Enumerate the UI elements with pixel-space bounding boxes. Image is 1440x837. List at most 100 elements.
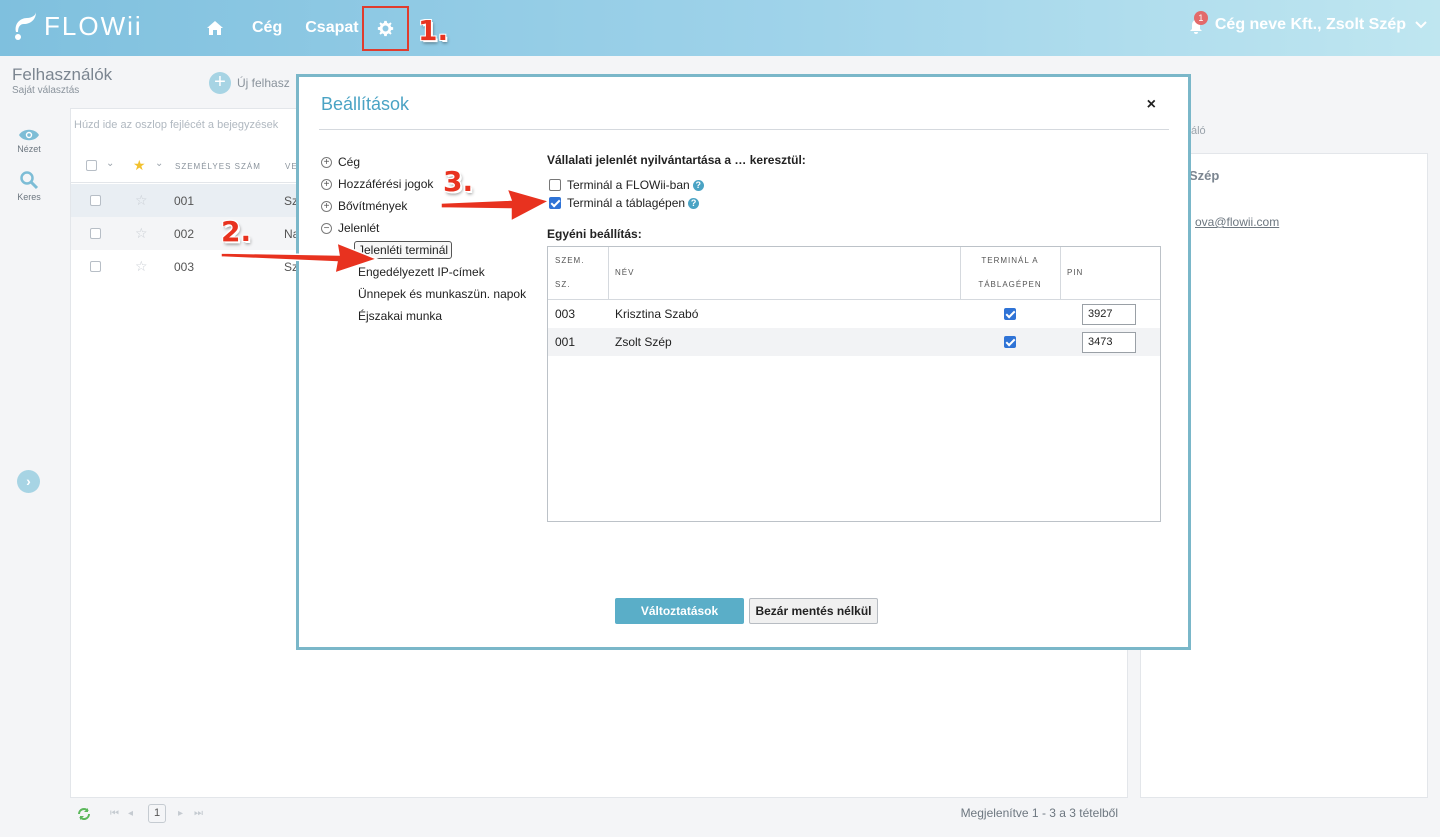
prev-page-icon[interactable]: ◂ — [128, 808, 133, 819]
row-checkbox[interactable] — [90, 261, 101, 272]
save-changes-button[interactable]: Változtatások mentése — [615, 598, 744, 644]
step-2-annotation: 2. — [221, 215, 252, 248]
cell-personal-number: 002 — [174, 227, 195, 241]
tree-label: Cég — [338, 155, 361, 169]
refresh-icon[interactable] — [76, 807, 92, 821]
home-icon[interactable] — [206, 18, 226, 38]
expand-icon[interactable]: + — [321, 156, 332, 168]
option-terminal-tablet[interactable]: Terminál a táblagépen ? — [549, 196, 700, 210]
nav-team[interactable]: Csapat — [305, 19, 358, 37]
settings-modal: Beállítások × + Cég + Hozzáférési jogok … — [220, 74, 1191, 650]
cell-name: Zsolt Szép — [615, 335, 672, 349]
search-icon — [20, 171, 39, 190]
help-icon[interactable]: ? — [692, 179, 704, 191]
tree-item-extensions[interactable]: + Bővítmények — [321, 199, 407, 213]
tree-item-holidays[interactable]: Ünnepek és munkaszün. napok — [358, 287, 526, 301]
checkbox-row-terminal[interactable] — [1004, 308, 1016, 320]
expand-icon[interactable]: + — [321, 200, 332, 212]
star-icon[interactable]: ☆ — [135, 225, 148, 242]
column-terminal-line2: TÁBLAGÉPEN — [978, 280, 1042, 289]
modal-title: Beállítások — [321, 94, 410, 114]
column-terminal-line1: TERMINÁL A — [981, 256, 1039, 265]
gear-icon — [377, 20, 394, 37]
user-menu[interactable]: 1 Cég neve Kft., Zsolt Szép — [1189, 11, 1428, 34]
nav-company[interactable]: Cég — [252, 19, 282, 37]
column-personal-number[interactable]: SZEMÉLYES SZÁM — [175, 162, 261, 171]
column-terminal: TERMINÁL A TÁBLAGÉPEN — [960, 249, 1060, 297]
page-number[interactable]: 1 — [148, 804, 166, 823]
last-page-icon[interactable]: ⏭ — [194, 808, 203, 819]
select-all-checkbox[interactable] — [86, 160, 97, 171]
table-header: SZEM. SZ. NÉV TERMINÁL A TÁBLAGÉPEN PIN — [548, 247, 1160, 300]
chevron-right-icon: › — [26, 473, 31, 489]
chevron-down-icon — [1415, 21, 1427, 29]
star-icon[interactable]: ☆ — [135, 192, 148, 209]
user-label[interactable]: Cég neve Kft., Zsolt Szép — [1215, 16, 1406, 34]
plus-icon: + — [209, 72, 231, 94]
column-no: SZEM. SZ. — [555, 249, 584, 297]
option-label: Terminál a FLOWii-ban — [567, 178, 690, 192]
column-name: NÉV — [615, 268, 635, 277]
tree-label: Éjszakai munka — [358, 309, 443, 323]
option-terminal-flowii[interactable]: Terminál a FLOWii-ban ? — [549, 178, 704, 192]
checkbox-terminal-tablet[interactable] — [549, 197, 561, 209]
group-by-hint: Húzd ide az oszlop fejlécét a bejegyzése… — [74, 119, 279, 131]
tree-label: Hozzáférési jogok — [338, 177, 434, 191]
view-tool[interactable]: Nézet — [12, 128, 46, 154]
pin-input[interactable]: 3473 — [1082, 332, 1136, 353]
step-3-annotation: 3. — [443, 165, 474, 198]
close-icon[interactable]: × — [1147, 96, 1156, 114]
pin-input[interactable]: 3927 — [1082, 304, 1136, 325]
cell-personal-number: 001 — [174, 194, 195, 208]
checkbox-row-terminal[interactable] — [1004, 336, 1016, 348]
detail-header: áló — [1191, 125, 1206, 137]
row-checkbox[interactable] — [90, 228, 101, 239]
next-page-icon[interactable]: ▸ — [178, 808, 183, 819]
expand-icon[interactable]: + — [321, 178, 332, 190]
first-page-icon[interactable]: ⏮ — [110, 808, 119, 819]
eye-icon — [19, 129, 39, 141]
cell-name: Krisztina Szabó — [615, 307, 699, 321]
close-without-saving-button[interactable]: Bezár mentés nélkül — [749, 598, 878, 624]
tree-item-night-work[interactable]: Éjszakai munka — [358, 309, 442, 323]
logo-text: FLOWii — [44, 10, 143, 41]
help-icon[interactable]: ? — [688, 197, 700, 209]
tree-item-company[interactable]: + Cég — [321, 155, 360, 169]
star-icon[interactable]: ★ — [133, 157, 146, 174]
main-nav: Cég Csapat — [206, 0, 409, 56]
star-icon[interactable]: ☆ — [135, 258, 148, 275]
view-label: Nézet — [17, 144, 41, 154]
page-title: Felhasználók — [12, 65, 113, 84]
new-user-button[interactable]: + Új felhasz — [209, 72, 290, 94]
terminal-table: SZEM. SZ. NÉV TERMINÁL A TÁBLAGÉPEN PIN … — [547, 246, 1161, 522]
new-user-label: Új felhasz — [237, 76, 290, 90]
column-no-line1: SZEM. — [555, 256, 585, 265]
tree-item-access[interactable]: + Hozzáférési jogok — [321, 177, 433, 191]
chevron-down-icon[interactable]: ⌄ — [106, 158, 114, 169]
modal-divider — [319, 129, 1169, 130]
table-row: 003 Krisztina Szabó 3927 — [548, 300, 1160, 328]
cell-personal-number: 003 — [174, 260, 195, 274]
settings-button[interactable] — [362, 6, 409, 51]
top-navigation-bar: FLOWii Cég Csapat 1. 1 Cég neve Kft., Zs… — [0, 0, 1440, 56]
step-1-annotation: 1. — [418, 14, 449, 47]
table-row: 001 Zsolt Szép 3473 — [548, 328, 1160, 356]
detail-email[interactable]: ova@flowii.com — [1195, 215, 1279, 229]
page-subtitle: Saját választás — [12, 85, 80, 96]
pager-info: Megjelenítve 1 - 3 a 3 tételből — [960, 806, 1118, 820]
checkbox-terminal-flowii[interactable] — [549, 179, 561, 191]
notification-badge: 1 — [1193, 11, 1208, 25]
flowii-logo[interactable]: FLOWii — [12, 10, 143, 42]
flowii-logo-icon — [15, 12, 36, 40]
search-label: Keres — [17, 192, 41, 202]
column-pin: PIN — [1067, 268, 1084, 277]
cell-no: 001 — [555, 335, 576, 349]
column-divider — [1060, 247, 1061, 300]
row-checkbox[interactable] — [90, 195, 101, 206]
bell-icon[interactable]: 1 — [1189, 11, 1208, 34]
search-tool[interactable]: Keres — [12, 170, 46, 202]
tree-label: Ünnepek és munkaszün. napok — [358, 287, 527, 301]
expand-sidebar-button[interactable]: › — [17, 470, 40, 493]
chevron-down-icon[interactable]: ⌄ — [155, 158, 163, 169]
option-label: Terminál a táblagépen — [567, 196, 686, 210]
